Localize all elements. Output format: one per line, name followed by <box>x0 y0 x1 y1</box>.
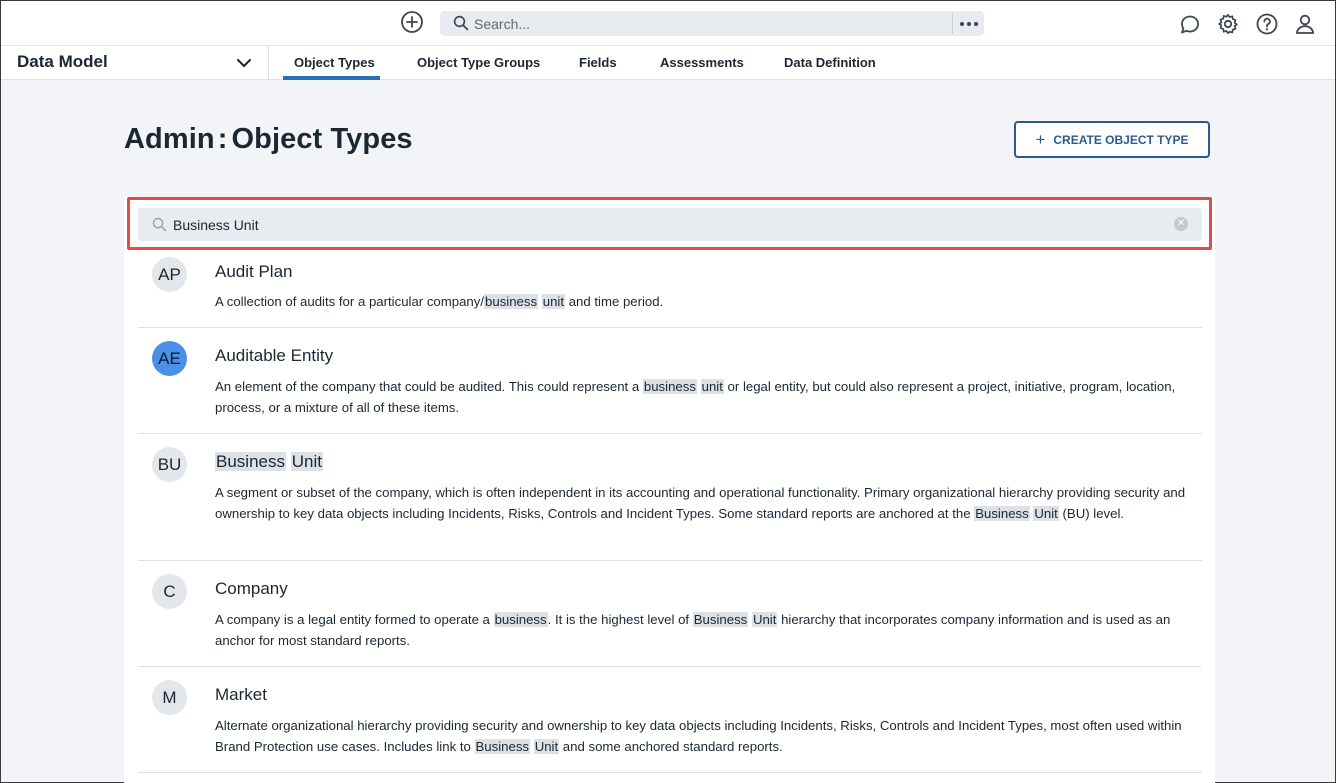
global-search-placeholder: Search... <box>474 16 531 32</box>
search-match-highlight: Business <box>215 452 286 471</box>
search-match-highlight: Business <box>474 739 531 754</box>
create-object-type-button[interactable]: + CREATE OBJECT TYPE <box>1014 121 1210 158</box>
gear-icon[interactable] <box>1216 12 1240 36</box>
app-divider <box>268 46 269 80</box>
app-title: Data Model <box>17 52 108 71</box>
search-match-highlight: unit <box>700 379 724 394</box>
search-match-highlight: Unit <box>533 739 560 754</box>
search-highlight-box <box>127 197 1212 250</box>
add-circle-icon[interactable] <box>400 10 424 34</box>
search-match-highlight: unit <box>541 294 566 309</box>
search-icon <box>453 15 469 31</box>
avatar: BU <box>152 447 187 482</box>
more-icon[interactable] <box>958 11 980 36</box>
item-title[interactable]: Auditable Entity <box>215 346 333 366</box>
search-match-highlight: Unit <box>1033 506 1059 521</box>
avatar: AE <box>152 341 187 376</box>
search-match-highlight: business <box>484 294 539 309</box>
item-description: A collection of audits for a particular … <box>215 294 664 309</box>
search-match-highlight: Business <box>974 506 1030 521</box>
item-title[interactable]: Market <box>215 685 267 705</box>
list-item-auditable-entity[interactable]: AE Auditable Entity An element of the co… <box>138 328 1202 434</box>
avatar: AP <box>152 257 187 292</box>
item-title[interactable]: Company <box>215 579 288 599</box>
tab-data-definition[interactable]: Data Definition <box>784 55 876 70</box>
search-match-highlight: Unit <box>751 612 778 627</box>
active-tab-indicator <box>283 76 380 80</box>
page-title-main: Object Types <box>231 123 413 155</box>
chevron-down-icon[interactable] <box>235 55 253 71</box>
tab-object-type-groups[interactable]: Object Type Groups <box>417 55 540 70</box>
item-description: An element of the company that could be … <box>215 379 1176 415</box>
avatar: M <box>152 680 187 715</box>
search-match-highlight: business <box>493 612 548 627</box>
item-description: A company is a legal entity formed to op… <box>215 612 1171 648</box>
item-title[interactable]: Audit Plan <box>215 262 293 282</box>
item-description: Alternate organizational hierarchy provi… <box>215 718 1182 754</box>
plus-icon: + <box>1035 130 1046 149</box>
top-bar: Search... <box>1 1 1335 45</box>
list-item-business-unit[interactable]: BU Business Unit A segment or subset of … <box>138 434 1202 561</box>
page-title-separator: : <box>217 123 228 155</box>
list-item-company[interactable]: C Company A company is a legal entity fo… <box>138 561 1202 667</box>
avatar: C <box>152 574 187 609</box>
list-item-market[interactable]: M Market Alternate organizational hierar… <box>138 667 1202 773</box>
sub-navigation: Data Model Object Types Object Type Grou… <box>1 45 1335 80</box>
create-object-type-label: CREATE OBJECT TYPE <box>1053 132 1189 147</box>
tab-fields[interactable]: Fields <box>579 55 617 70</box>
item-description: A segment or subset of the company, whic… <box>215 485 1186 521</box>
tab-object-types[interactable]: Object Types <box>294 55 375 70</box>
search-match-highlight: Unit <box>290 452 323 471</box>
page-title-prefix: Admin <box>124 123 215 155</box>
global-search[interactable]: Search... <box>440 11 984 36</box>
chat-icon[interactable] <box>1178 12 1202 36</box>
search-divider <box>952 13 953 34</box>
tab-assessments[interactable]: Assessments <box>660 55 744 70</box>
list-item-audit-plan[interactable]: AP Audit Plan A collection of audits for… <box>138 250 1202 328</box>
help-icon[interactable] <box>1255 12 1279 36</box>
user-icon[interactable] <box>1293 12 1317 36</box>
item-title[interactable]: Business Unit <box>215 452 323 472</box>
search-match-highlight: business <box>642 379 697 394</box>
search-match-highlight: Business <box>692 612 749 627</box>
page-title: Admin: Object Types <box>124 123 413 156</box>
